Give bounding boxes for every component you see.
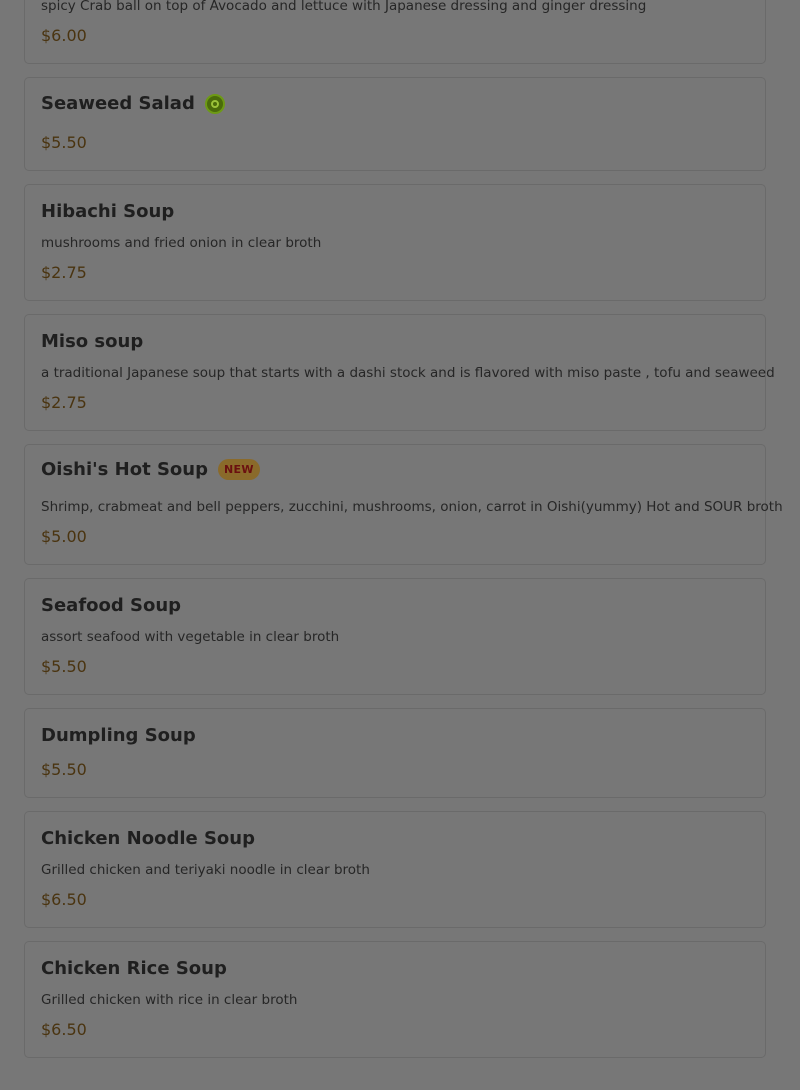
item-name: Dumpling Soup: [41, 725, 196, 746]
menu-item-card[interactable]: spicy Crab ball on top of Avocado and le…: [24, 0, 766, 64]
item-description: Grilled chicken with rice in clear broth: [41, 992, 298, 1008]
item-name: Oishi's Hot Soup: [41, 459, 208, 480]
new-badge: NEW: [218, 459, 260, 480]
menu-item-card[interactable]: Chicken Rice Soup Grilled chicken with r…: [24, 941, 766, 1058]
item-description: mushrooms and fried onion in clear broth: [41, 235, 322, 251]
item-description: a traditional Japanese soup that starts …: [41, 365, 775, 381]
item-price: $6.50: [41, 1020, 87, 1039]
item-name: Seafood Soup: [41, 595, 182, 616]
item-description: spicy Crab ball on top of Avocado and le…: [41, 0, 647, 14]
item-description: Grilled chicken and teriyaki noodle in c…: [41, 862, 370, 878]
item-price: $6.50: [41, 890, 87, 909]
item-price: $5.00: [41, 527, 87, 546]
menu-item-card[interactable]: Hibachi Soup mushrooms and fried onion i…: [24, 184, 766, 301]
item-price: $6.00: [41, 26, 87, 45]
menu-item-card[interactable]: Miso soup a traditional Japanese soup th…: [24, 314, 775, 431]
item-name: Chicken Rice Soup: [41, 958, 227, 979]
item-price: $5.50: [41, 133, 87, 152]
item-name-row: Oishi's Hot Soup NEW: [41, 459, 260, 480]
menu-item-card[interactable]: Dumpling Soup $5.50: [24, 708, 766, 798]
item-price: $2.75: [41, 263, 87, 282]
item-price: $5.50: [41, 760, 87, 779]
menu-item-card[interactable]: Seafood Soup assort seafood with vegetab…: [24, 578, 766, 695]
menu-item-card[interactable]: Oishi's Hot Soup NEW Shrimp, crabmeat an…: [24, 444, 783, 565]
menu-item-card[interactable]: Chicken Noodle Soup Grilled chicken and …: [24, 811, 766, 928]
item-name: Miso soup: [41, 331, 144, 352]
menu-item-card[interactable]: Seaweed Salad $5.50: [24, 77, 766, 171]
item-name: Seaweed Salad: [41, 93, 195, 114]
item-name: Chicken Noodle Soup: [41, 828, 255, 849]
item-name-row: Seaweed Salad: [41, 93, 225, 114]
item-name: Hibachi Soup: [41, 201, 175, 222]
vegetarian-icon: [204, 93, 225, 114]
item-price: $5.50: [41, 657, 87, 676]
item-price: $2.75: [41, 393, 87, 412]
item-description: Shrimp, crabmeat and bell peppers, zucch…: [41, 499, 783, 515]
item-description: assort seafood with vegetable in clear b…: [41, 629, 340, 645]
